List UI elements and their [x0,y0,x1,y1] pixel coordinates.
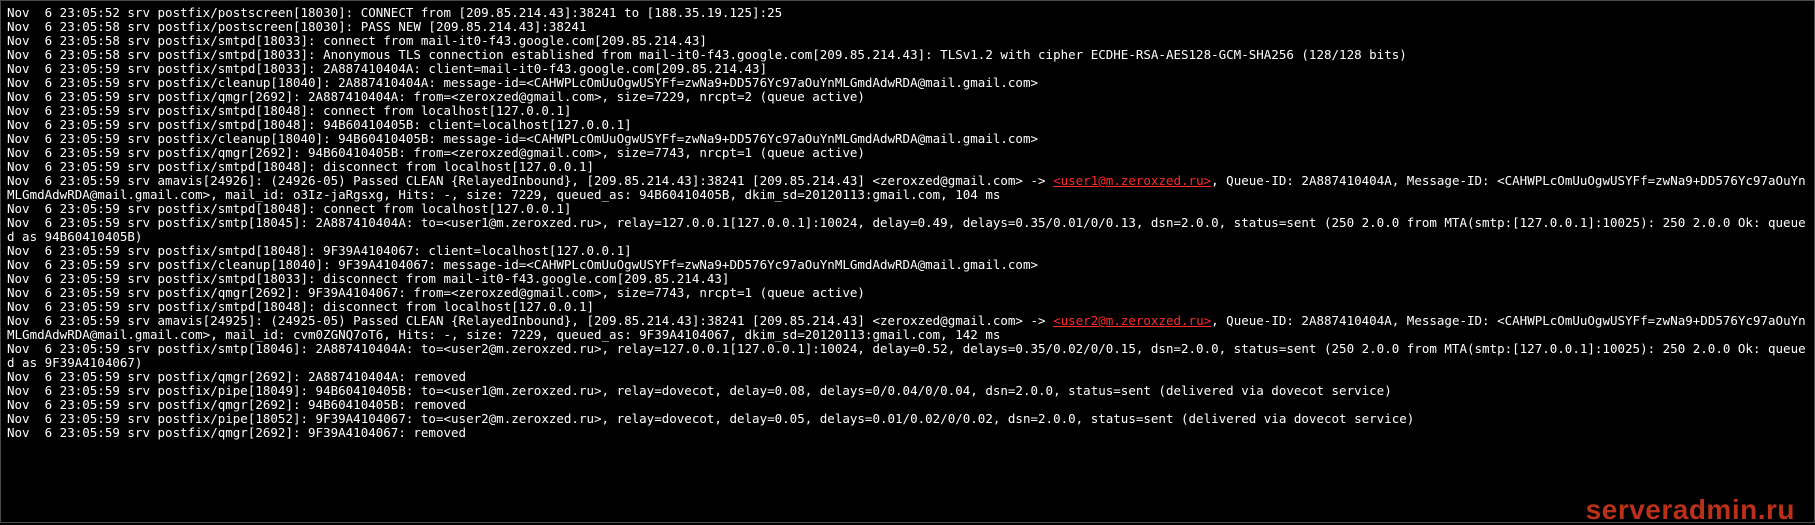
log-line: Nov 6 23:05:59 srv postfix/smtpd[18048]:… [7,201,571,216]
log-line: Nov 6 23:05:59 srv postfix/cleanup[18040… [7,75,1038,90]
log-line: Nov 6 23:05:59 srv postfix/smtpd[18033]:… [7,271,729,286]
log-line: Nov 6 23:05:59 srv postfix/qmgr[2692]: 9… [7,145,865,160]
log-line: Nov 6 23:05:59 srv postfix/smtpd[18048]:… [7,117,632,132]
log-line: Nov 6 23:05:59 srv postfix/qmgr[2692]: 2… [7,369,466,384]
log-line: Nov 6 23:05:59 srv amavis[24926]: (24926… [7,173,1806,202]
log-line: Nov 6 23:05:59 srv postfix/smtp[18045]: … [7,215,1806,244]
log-line: Nov 6 23:05:59 srv postfix/qmgr[2692]: 9… [7,425,466,440]
highlighted-recipient: <user1@m.zeroxzed.ru> [1053,173,1211,188]
log-line: Nov 6 23:05:59 srv postfix/cleanup[18040… [7,131,1038,146]
log-line: Nov 6 23:05:59 srv postfix/smtpd[18048]:… [7,159,594,174]
log-line: Nov 6 23:05:59 srv amavis[24925]: (24925… [7,313,1806,342]
log-line: Nov 6 23:05:59 srv postfix/pipe[18052]: … [7,411,1414,426]
terminal-log-output[interactable]: Nov 6 23:05:52 srv postfix/postscreen[18… [0,0,1815,523]
log-line: Nov 6 23:05:58 srv postfix/smtpd[18033]:… [7,47,1407,62]
log-line: Nov 6 23:05:58 srv postfix/smtpd[18033]:… [7,33,707,48]
log-line: Nov 6 23:05:59 srv postfix/pipe[18049]: … [7,383,1392,398]
log-line: Nov 6 23:05:59 srv postfix/smtp[18046]: … [7,341,1806,370]
log-line: Nov 6 23:05:59 srv postfix/qmgr[2692]: 2… [7,89,865,104]
log-line: Nov 6 23:05:59 srv postfix/smtpd[18048]:… [7,299,594,314]
log-line: Nov 6 23:05:59 srv postfix/qmgr[2692]: 9… [7,397,466,412]
log-line: Nov 6 23:05:59 srv postfix/cleanup[18040… [7,257,1038,272]
log-line: Nov 6 23:05:58 srv postfix/postscreen[18… [7,19,586,34]
highlighted-recipient: <user2@m.zeroxzed.ru> [1053,313,1211,328]
log-line: Nov 6 23:05:59 srv postfix/smtpd[18048]:… [7,243,632,258]
log-line: Nov 6 23:05:59 srv postfix/smtpd[18033]:… [7,61,767,76]
log-line: Nov 6 23:05:52 srv postfix/postscreen[18… [7,5,782,20]
log-line: Nov 6 23:05:59 srv postfix/smtpd[18048]:… [7,103,571,118]
log-line: Nov 6 23:05:59 srv postfix/qmgr[2692]: 9… [7,285,865,300]
